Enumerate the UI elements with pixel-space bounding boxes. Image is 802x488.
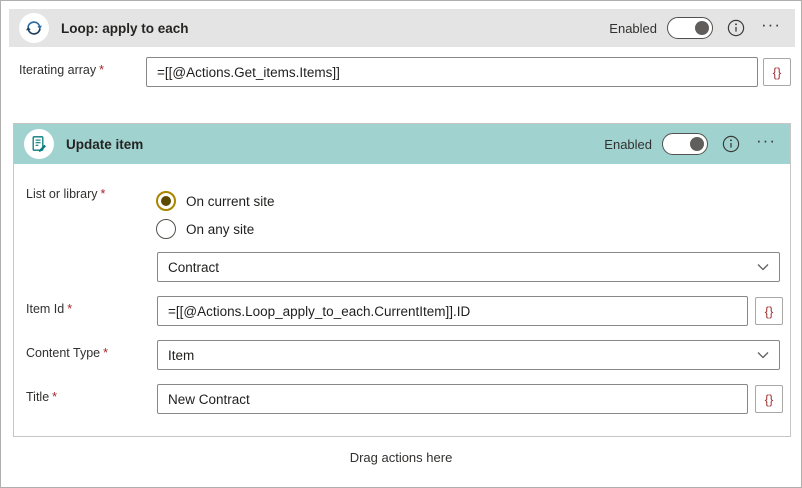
list-dropdown-value: Contract <box>168 260 219 275</box>
toggle-knob <box>690 137 704 151</box>
loop-card-title: Loop: apply to each <box>61 21 189 36</box>
radio-on-current-site-label: On current site <box>186 194 275 209</box>
content-type-dropdown-value: Item <box>168 348 194 363</box>
iterating-array-label: Iterating array* <box>19 63 104 77</box>
content-type-label: Content Type* <box>26 346 108 360</box>
loop-more-options-button[interactable]: ··· <box>759 16 783 40</box>
radio-selected-icon <box>156 191 176 211</box>
radio-on-any-site[interactable]: On any site <box>156 219 254 239</box>
update-more-options-button[interactable]: ··· <box>754 132 778 156</box>
iterating-array-dynamic-content-button[interactable]: {} <box>763 58 791 86</box>
loop-card-header[interactable]: Loop: apply to each Enabled ··· <box>9 9 795 47</box>
loop-header-controls: Enabled ··· <box>609 16 795 40</box>
chevron-down-icon <box>757 351 769 359</box>
loop-icon-circle <box>19 13 49 43</box>
loop-enabled-label: Enabled <box>609 21 657 36</box>
loop-info-icon[interactable] <box>727 19 745 37</box>
iterating-array-input[interactable] <box>146 57 758 87</box>
radio-on-any-site-label: On any site <box>186 222 254 237</box>
dynamic-content-icon: {} <box>765 304 774 319</box>
chevron-down-icon <box>757 263 769 271</box>
dynamic-content-icon: {} <box>765 392 774 407</box>
update-enabled-label: Enabled <box>604 137 652 152</box>
update-item-icon <box>30 135 48 153</box>
title-input[interactable] <box>157 384 748 414</box>
list-dropdown[interactable]: Contract <box>157 252 780 282</box>
update-info-icon[interactable] <box>722 135 740 153</box>
item-id-input[interactable] <box>157 296 748 326</box>
title-label: Title* <box>26 390 57 404</box>
toggle-knob <box>695 21 709 35</box>
content-type-dropdown[interactable]: Item <box>157 340 780 370</box>
update-item-card: Update item Enabled ··· List or library*… <box>13 123 791 437</box>
update-item-title: Update item <box>66 137 143 152</box>
loop-card: { "colors": { "loop_header_gray": "#e4e4… <box>0 0 802 488</box>
update-item-icon-circle <box>24 129 54 159</box>
drag-actions-hint[interactable]: Drag actions here <box>1 450 801 465</box>
dynamic-content-icon: {} <box>773 65 782 80</box>
update-header-controls: Enabled ··· <box>604 132 790 156</box>
title-dynamic-content-button[interactable]: {} <box>755 385 783 413</box>
item-id-dynamic-content-button[interactable]: {} <box>755 297 783 325</box>
list-or-library-label: List or library* <box>26 187 105 201</box>
update-item-header[interactable]: Update item Enabled ··· <box>14 124 790 164</box>
loop-icon <box>24 18 44 38</box>
loop-enabled-toggle[interactable] <box>667 17 713 39</box>
radio-unselected-icon <box>156 219 176 239</box>
radio-on-current-site[interactable]: On current site <box>156 191 275 211</box>
item-id-label: Item Id* <box>26 302 72 316</box>
update-enabled-toggle[interactable] <box>662 133 708 155</box>
